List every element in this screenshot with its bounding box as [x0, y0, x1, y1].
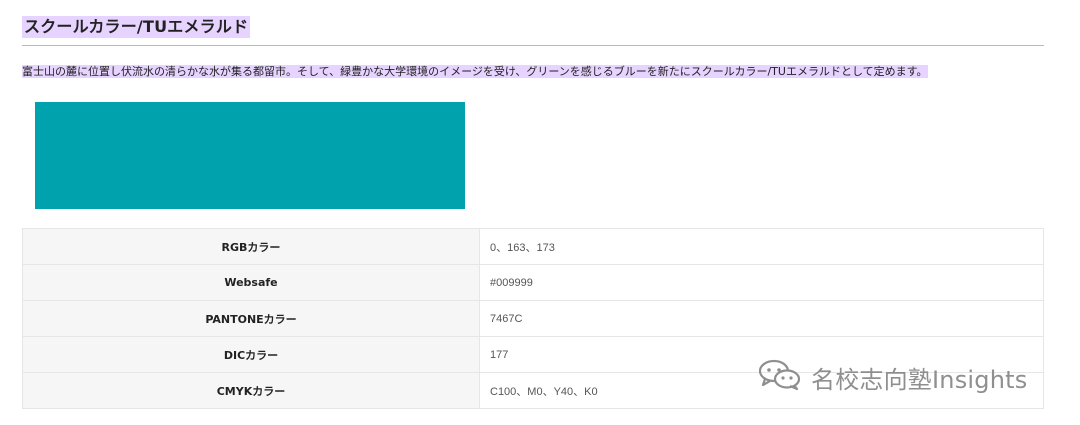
spec-label-dic: DICカラー [22, 336, 480, 373]
spec-label-websafe: Websafe [22, 264, 480, 301]
spec-label-cmyk: CMYKカラー [22, 372, 480, 409]
table-row: PANTONEカラー 7467C [22, 300, 1044, 337]
table-row: RGBカラー 0、163、173 [22, 228, 1044, 265]
table-row: Websafe #009999 [22, 264, 1044, 301]
color-swatch [35, 102, 465, 209]
description-text: 富士山の麓に位置し伏流水の清らかな水が集る都留市。そして、緑豊かな大学環境のイメ… [22, 65, 928, 78]
spec-value-websafe: #009999 [479, 264, 1044, 301]
section-title: スクールカラー/TUエメラルド [22, 16, 251, 38]
watermark-text: 名校志向塾Insights [811, 365, 1028, 394]
section-heading: スクールカラー/TUエメラルド [22, 16, 1044, 46]
spec-value-pantone: 7467C [479, 300, 1044, 337]
spec-value-rgb: 0、163、173 [479, 228, 1044, 265]
spec-label-pantone: PANTONEカラー [22, 300, 480, 337]
spec-label-rgb: RGBカラー [22, 228, 480, 265]
section-description: 富士山の麓に位置し伏流水の清らかな水が集る都留市。そして、緑豊かな大学環境のイメ… [22, 64, 928, 80]
wechat-icon [757, 358, 803, 396]
watermark: 名校志向塾Insights [757, 358, 1027, 396]
